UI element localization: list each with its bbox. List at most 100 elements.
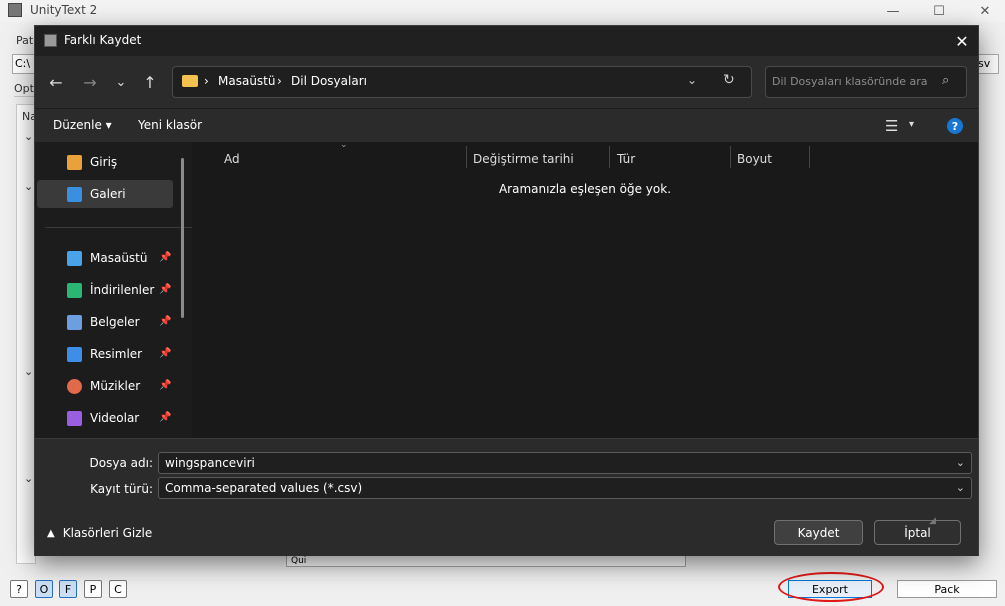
sidebar-item-videos[interactable]: Videolar 📌: [37, 404, 173, 432]
gallery-icon: [67, 186, 82, 202]
sidebar-divider: [45, 227, 193, 228]
c-toggle-button[interactable]: C: [109, 580, 127, 598]
chevron-down-icon[interactable]: ⌄: [687, 73, 697, 87]
save-button[interactable]: Kaydet: [774, 520, 863, 545]
filetype-label: Kayıt türü:: [90, 482, 153, 496]
dialog-icon: [44, 34, 57, 47]
sidebar-scrollbar[interactable]: [181, 158, 184, 318]
cancel-button[interactable]: İptal: [874, 520, 961, 545]
navigation-bar: ← → ⌄ ↑ › Masaüstü › Dil Dosyaları ⌄ ↻ D…: [35, 56, 978, 108]
forward-arrow-icon[interactable]: →: [78, 70, 102, 94]
documents-icon: [67, 314, 82, 330]
organize-button[interactable]: Düzenle ▾: [53, 118, 112, 132]
breadcrumb-separator: ›: [277, 74, 282, 88]
pin-icon[interactable]: 📌: [159, 380, 171, 391]
navigation-pane: Giriş Galeri Masaüstü 📌 İndirilenler 📌 B…: [35, 142, 193, 438]
chevron-down-icon[interactable]: ▾: [909, 119, 914, 130]
pin-icon[interactable]: 📌: [159, 284, 171, 295]
column-header-size[interactable]: Boyut: [737, 152, 772, 166]
chevron-down-icon[interactable]: ⌄: [24, 180, 33, 193]
sidebar-item-pictures[interactable]: Resimler 📌: [37, 340, 173, 368]
filename-input[interactable]: wingspanceviri ⌄: [158, 452, 972, 474]
breadcrumb-separator: ›: [204, 74, 209, 88]
column-header-date-modified[interactable]: Değiştirme tarihi: [473, 152, 574, 166]
refresh-icon[interactable]: ↻: [723, 72, 735, 88]
sidebar-item-desktop[interactable]: Masaüstü 📌: [37, 244, 173, 272]
chevron-down-icon[interactable]: ⌄: [24, 365, 33, 378]
path-input[interactable]: C:\: [12, 54, 36, 74]
new-folder-button[interactable]: Yeni klasör: [138, 118, 202, 132]
sidebar-item-gallery[interactable]: Galeri: [37, 180, 173, 208]
options-frame: [14, 96, 34, 97]
view-options-icon[interactable]: ☰: [885, 117, 898, 135]
sidebar-item-downloads[interactable]: İndirilenler 📌: [37, 276, 173, 304]
pin-icon[interactable]: 📌: [159, 316, 171, 327]
sidebar-item-label: Müzikler: [90, 379, 141, 393]
desktop-icon: [67, 250, 82, 266]
up-arrow-icon[interactable]: ↑: [138, 70, 162, 94]
videos-icon: [67, 410, 82, 426]
sidebar-item-label: Giriş: [90, 155, 118, 169]
empty-results-message: Aramanızla eşleşen öğe yok.: [498, 182, 672, 196]
breadcrumb-desktop[interactable]: Masaüstü: [218, 74, 275, 88]
sidebar-item-documents[interactable]: Belgeler 📌: [37, 308, 173, 336]
search-icon[interactable]: ⌕: [942, 73, 949, 88]
chevron-down-icon[interactable]: ⌄: [24, 130, 33, 143]
breadcrumb-language-files[interactable]: Dil Dosyaları: [291, 74, 367, 88]
chevron-down-icon[interactable]: ⌄: [956, 481, 965, 494]
hide-folders-toggle[interactable]: ▲ Klasörleri Gizle: [47, 526, 152, 540]
dialog-close-icon[interactable]: ✕: [949, 28, 975, 54]
home-icon: [67, 154, 82, 170]
sidebar-item-home[interactable]: Giriş: [37, 148, 173, 176]
help-small-button[interactable]: ?: [10, 580, 28, 598]
recent-locations-icon[interactable]: ⌄: [109, 70, 133, 94]
p-toggle-button[interactable]: P: [84, 580, 102, 598]
help-icon[interactable]: ?: [947, 118, 963, 134]
app-close-button[interactable]: ✕: [965, 0, 1005, 22]
red-highlight-circle: [778, 572, 884, 602]
column-header-type[interactable]: Tür: [617, 152, 635, 166]
back-arrow-icon[interactable]: ←: [44, 70, 68, 94]
dialog-title: Farklı Kaydet: [64, 33, 142, 47]
hide-folders-label: Klasörleri Gizle: [62, 526, 153, 540]
app-titlebar: [0, 0, 1005, 22]
sidebar-item-music[interactable]: Müzikler 📌: [37, 372, 173, 400]
save-options-panel: Dosya adı: wingspanceviri ⌄ Kayıt türü: …: [35, 438, 978, 556]
music-icon: [67, 378, 82, 394]
address-bar[interactable]: › Masaüstü › Dil Dosyaları ⌄ ↻: [172, 66, 752, 98]
sidebar-item-label: Videolar: [90, 411, 140, 425]
sidebar-item-label: Masaüstü: [90, 251, 148, 265]
chevron-down-icon[interactable]: ⌄: [956, 456, 965, 469]
column-header-name[interactable]: Ad: [224, 152, 240, 166]
column-divider[interactable]: [466, 146, 467, 168]
folder-icon: [182, 75, 198, 87]
column-divider[interactable]: [809, 146, 810, 168]
filetype-value[interactable]: Comma-separated values (*.csv): [165, 481, 362, 495]
search-input[interactable]: Dil Dosyaları klasöründe ara: [772, 75, 927, 88]
sort-caret-icon: ⌄: [340, 140, 348, 150]
dialog-titlebar: Farklı Kaydet ✕: [35, 26, 978, 56]
app-icon: [8, 3, 22, 17]
filetype-select[interactable]: Comma-separated values (*.csv) ⌄: [158, 477, 972, 499]
sidebar-item-label: İndirilenler: [90, 283, 155, 297]
quick-input[interactable]: Qui: [286, 555, 686, 567]
chevron-down-icon[interactable]: ⌄: [24, 472, 33, 485]
pin-icon[interactable]: 📌: [159, 348, 171, 359]
f-toggle-button[interactable]: F: [59, 580, 77, 598]
resize-grip-icon[interactable]: ◢: [929, 516, 936, 526]
maximize-button[interactable]: ☐: [919, 0, 959, 22]
search-box[interactable]: Dil Dosyaları klasöründe ara ⌕: [765, 66, 967, 98]
pin-icon[interactable]: 📌: [159, 252, 171, 263]
pack-button[interactable]: Pack: [897, 580, 997, 598]
column-divider[interactable]: [609, 146, 610, 168]
pin-icon[interactable]: 📌: [159, 412, 171, 423]
file-list: ⌄ Ad Değiştirme tarihi Tür Boyut Aramanı…: [192, 140, 978, 438]
filename-value[interactable]: wingspanceviri: [165, 456, 255, 470]
minimize-button[interactable]: —: [873, 0, 913, 22]
chevron-up-icon: ▲: [47, 527, 55, 539]
o-toggle-button[interactable]: O: [35, 580, 53, 598]
column-divider[interactable]: [730, 146, 731, 168]
command-bar: Düzenle ▾ Yeni klasör ☰ ▾ ?: [35, 108, 978, 142]
pictures-icon: [67, 346, 82, 362]
sidebar-item-label: Resimler: [90, 347, 143, 361]
